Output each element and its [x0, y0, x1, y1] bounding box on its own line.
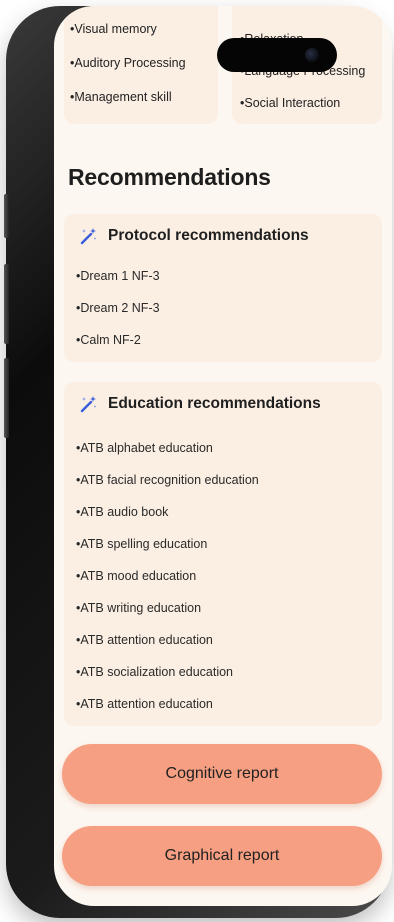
volume-up-button [4, 264, 9, 344]
list-item: •Dream 1 NF-3 [76, 269, 160, 283]
list-item: •Dream 2 NF-3 [76, 301, 160, 315]
list-item: •ATB audio book [76, 505, 169, 519]
skill-item: •Visual memory [70, 22, 157, 36]
cognitive-report-button[interactable]: Cognitive report [62, 744, 382, 804]
magic-wand-icon [80, 228, 97, 245]
list-item: •ATB writing education [76, 601, 202, 615]
list-item: •ATB spelling education [76, 537, 208, 551]
recommendations-title: Recommendations [68, 164, 271, 190]
app-screen: •Visual memory •Auditory Processing •Man… [54, 6, 392, 906]
card-header: Education recommendations [78, 394, 321, 414]
phone-frame: •Visual memory •Auditory Processing •Man… [4, 6, 392, 918]
camera-icon [305, 48, 319, 62]
list-item: •ATB attention education [76, 633, 213, 647]
list-item: •Calm NF-2 [76, 333, 141, 347]
list-item: •ATB socialization education [76, 665, 234, 679]
education-list: •ATB alphabet education •ATB facial reco… [76, 438, 259, 726]
graphical-report-button[interactable]: Graphical report [62, 826, 382, 886]
list-item: •ATB mood education [76, 569, 197, 583]
skill-item: •Management skill [70, 90, 172, 104]
card-header: Protocol recommendations [78, 226, 309, 246]
protocol-recommendations-card: Protocol recommendations •Dream 1 NF-3 •… [64, 214, 382, 362]
protocol-list: •Dream 1 NF-3 •Dream 2 NF-3 •Calm NF-2 [76, 266, 160, 362]
education-recommendations-title: Education recommendations [108, 395, 321, 412]
volume-down-button [4, 358, 9, 438]
list-item: •ATB alphabet education [76, 441, 213, 455]
action-button [4, 194, 9, 238]
magic-wand-icon [80, 396, 97, 413]
skill-item: •Auditory Processing [70, 56, 186, 70]
dynamic-island [217, 38, 337, 72]
protocol-recommendations-title: Protocol recommendations [108, 227, 309, 244]
skill-item: •Social Interaction [240, 96, 341, 110]
education-recommendations-card: Education recommendations •ATB alphabet … [64, 382, 382, 726]
list-item: •ATB facial recognition education [76, 473, 259, 487]
skills-card-left: •Visual memory •Auditory Processing •Man… [64, 6, 218, 124]
list-item: •ATB attention education [76, 697, 213, 711]
